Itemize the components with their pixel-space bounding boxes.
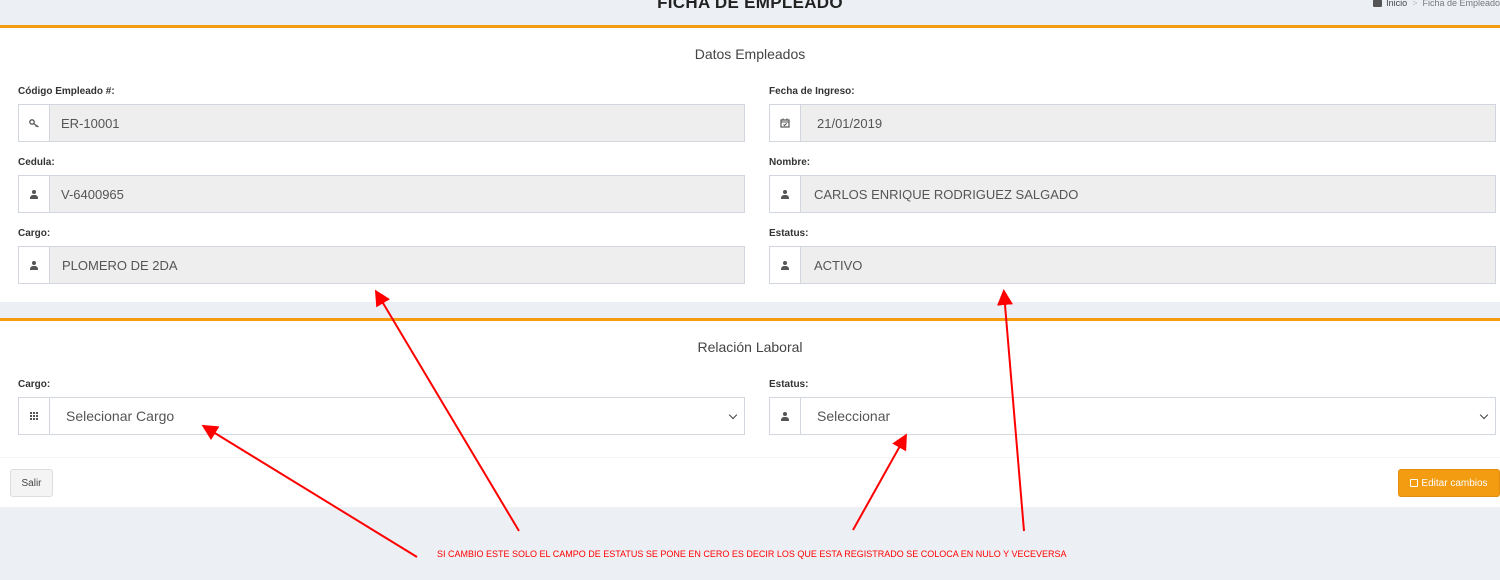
breadcrumb-separator: > <box>1412 0 1418 8</box>
cargo-input[interactable]: PLOMERO DE 2DA <box>50 247 744 283</box>
breadcrumb: Inicio > Ficha de Empleado <box>1373 0 1500 8</box>
grid-icon <box>19 398 50 434</box>
page-header: FICHA DE EMPLEADO Inicio > Ficha de Emplea… <box>0 0 1500 12</box>
relacion-cargo-label: Cargo: <box>18 379 51 390</box>
nombre-field[interactable]: CARLOS ENRIQUE RODRIGUEZ SALGADO <box>769 175 1496 213</box>
cargo-field[interactable]: PLOMERO DE 2DA <box>18 246 745 284</box>
save-icon <box>1410 479 1419 487</box>
cedula-label: Cedula: <box>18 157 55 168</box>
annotation-note: SI CAMBIO ESTE SOLO EL CAMPO DE ESTATUS … <box>437 549 1067 559</box>
datos-empleados-box: Datos Empleados Código Empleado #: ER-10… <box>0 25 1500 302</box>
user-icon <box>770 247 801 283</box>
breadcrumb-home-link[interactable]: Inicio <box>1386 0 1407 8</box>
nombre-input[interactable]: CARLOS ENRIQUE RODRIGUEZ SALGADO <box>801 176 1495 212</box>
relacion-laboral-title: Relación Laboral <box>697 339 803 355</box>
relacion-estatus-select[interactable]: Seleccionar <box>769 397 1496 435</box>
relacion-laboral-box: Relación Laboral Cargo: Selecionar Cargo… <box>0 318 1500 507</box>
dashboard-icon <box>1373 0 1383 7</box>
box-footer-divider <box>0 457 1500 458</box>
nombre-label: Nombre: <box>769 157 811 168</box>
user-icon <box>19 247 50 283</box>
editar-cambios-label: Editar cambios <box>1421 477 1488 489</box>
relacion-estatus-value[interactable]: Seleccionar <box>801 398 1495 434</box>
codigo-field[interactable]: ER-10001 <box>18 104 745 142</box>
fecha-label: Fecha de Ingreso: <box>769 86 855 97</box>
salir-button[interactable]: Salir <box>10 469 53 497</box>
key-icon <box>19 105 50 141</box>
cargo-label: Cargo: <box>18 228 51 239</box>
cedula-field[interactable]: V-6400965 <box>18 175 745 213</box>
relacion-estatus-label: Estatus: <box>769 379 809 390</box>
cedula-input[interactable]: V-6400965 <box>50 176 744 212</box>
relacion-cargo-value[interactable]: Selecionar Cargo <box>50 398 744 434</box>
user-icon <box>770 176 801 212</box>
estatus-label: Estatus: <box>769 228 809 239</box>
calendar-icon <box>770 105 801 141</box>
fecha-field[interactable]: 21/01/2019 <box>769 104 1496 142</box>
fecha-input[interactable]: 21/01/2019 <box>801 105 1495 141</box>
estatus-input[interactable]: ACTIVO <box>801 247 1495 283</box>
editar-cambios-button[interactable]: Editar cambios <box>1398 469 1500 497</box>
user-icon <box>770 398 801 434</box>
breadcrumb-current: Ficha de Empleado <box>1422 0 1500 8</box>
user-icon <box>19 176 50 212</box>
relacion-cargo-select[interactable]: Selecionar Cargo <box>18 397 745 435</box>
estatus-field[interactable]: ACTIVO <box>769 246 1496 284</box>
page-title: FICHA DE EMPLEADO <box>657 0 843 12</box>
codigo-label: Código Empleado #: <box>18 86 115 97</box>
datos-empleados-title: Datos Empleados <box>694 46 806 62</box>
codigo-input[interactable]: ER-10001 <box>50 105 744 141</box>
